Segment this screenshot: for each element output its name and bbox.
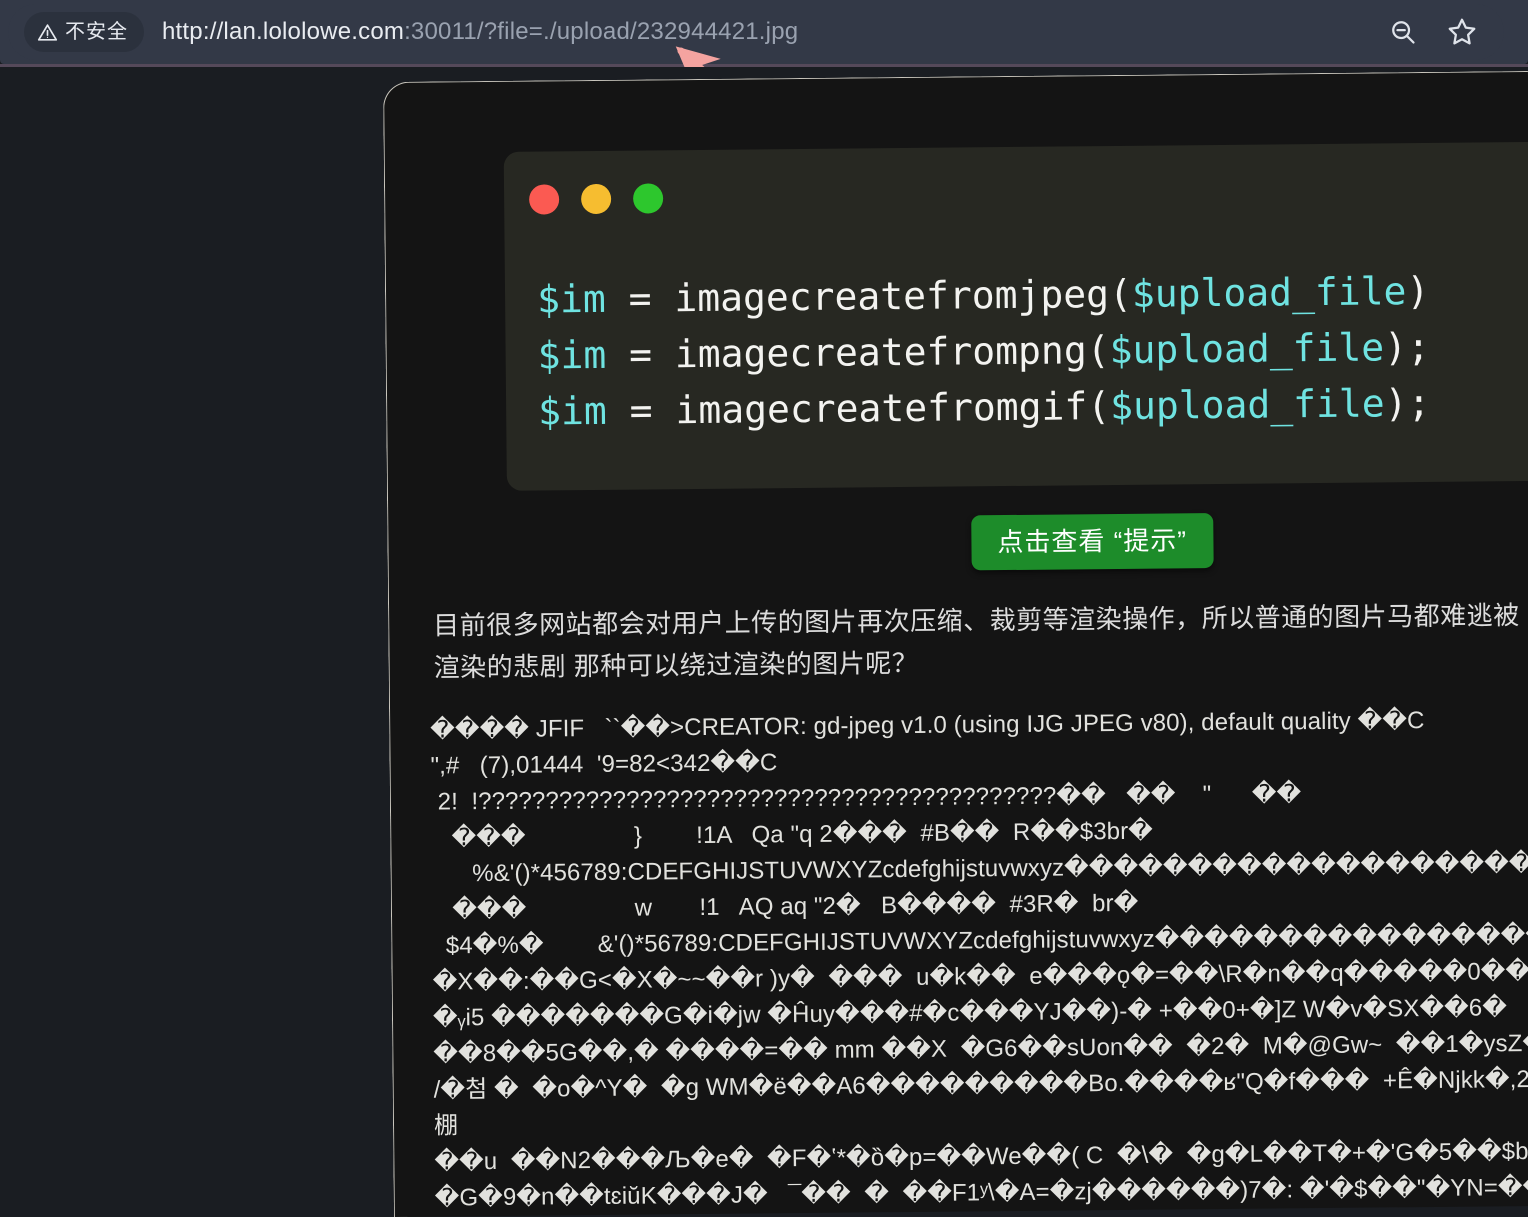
code-operator: =: [606, 276, 675, 321]
code-operator: =: [607, 388, 676, 433]
maximize-dot-icon[interactable]: [633, 183, 663, 213]
code-variable: $im: [537, 277, 606, 322]
code-argument: $upload_file: [1109, 325, 1384, 372]
warning-triangle-icon: [37, 22, 58, 43]
url-host: http://lan.lololowe.com: [162, 18, 404, 45]
browser-omnibox-bar: 不安全 http://lan.lololowe.com:30011/?file=…: [0, 0, 1528, 64]
security-status-badge[interactable]: 不安全: [24, 12, 144, 52]
window-traffic-lights: [529, 183, 663, 214]
code-line: $im = imagecreatefromgif($upload_file);: [538, 375, 1431, 440]
close-dot-icon[interactable]: [529, 184, 559, 214]
code-tail: ): [1406, 269, 1429, 313]
code-lines: $im = imagecreatefromjpeg($upload_file)$…: [537, 263, 1431, 440]
code-tail: );: [1384, 325, 1430, 369]
code-argument: $upload_file: [1132, 269, 1407, 316]
view-hint-button[interactable]: 点击查看 “提示”: [971, 513, 1213, 570]
binary-dump-text: ���� JFIF ``��>CREATOR: gd-jpeg v1.0 (us…: [430, 701, 1528, 1216]
intro-paragraph: 目前很多网站都会对用户上传的图片再次压缩、裁剪等渲染操作，所以普通的图片马都难逃…: [433, 594, 1528, 689]
bookmark-star-icon[interactable]: [1446, 16, 1478, 48]
code-snippet-card: $im = imagecreatefromjpeg($upload_file)$…: [504, 142, 1528, 491]
code-line: $im = imagecreatefromjpeg($upload_file): [537, 263, 1430, 328]
page-viewport: $im = imagecreatefromjpeg($upload_file)$…: [0, 67, 1528, 1217]
code-operator: =: [606, 332, 675, 377]
code-tail: );: [1384, 381, 1430, 425]
security-status-label: 不安全: [65, 22, 128, 42]
code-function: imagecreatefrompng(: [675, 328, 1110, 376]
url-text[interactable]: http://lan.lololowe.com:30011/?file=./up…: [162, 18, 798, 46]
code-argument: $upload_file: [1110, 381, 1385, 428]
zoom-out-icon[interactable]: [1388, 17, 1418, 47]
page-frame: $im = imagecreatefromjpeg($upload_file)$…: [383, 71, 1528, 1217]
page-content: $im = imagecreatefromjpeg($upload_file)$…: [384, 72, 1528, 1217]
code-variable: $im: [538, 389, 607, 434]
code-line: $im = imagecreatefrompng($upload_file);: [537, 319, 1430, 384]
minimize-dot-icon[interactable]: [581, 184, 611, 214]
code-function: imagecreatefromjpeg(: [674, 272, 1132, 320]
omnibox-actions: [1388, 4, 1478, 60]
omnibox-inner: 不安全 http://lan.lololowe.com:30011/?file=…: [8, 4, 1504, 60]
code-function: imagecreatefromgif(: [675, 384, 1110, 432]
code-variable: $im: [537, 333, 606, 378]
url-path: :30011/?file=./upload/232944421.jpg: [404, 18, 798, 45]
